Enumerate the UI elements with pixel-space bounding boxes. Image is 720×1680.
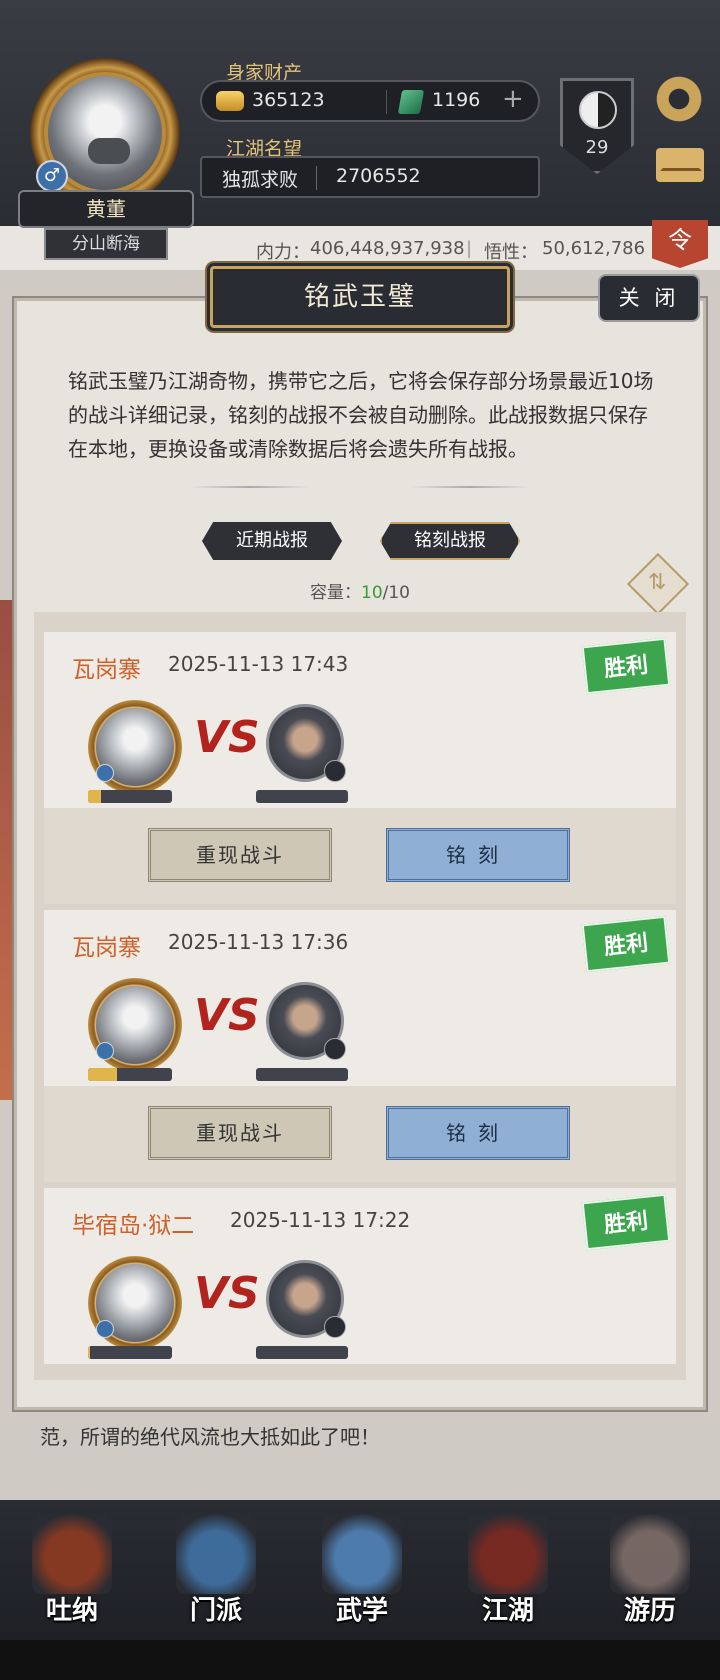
player-hp-fill bbox=[88, 790, 101, 803]
taiji-icon bbox=[579, 91, 617, 129]
battle-place: 瓦岗寨 bbox=[72, 657, 141, 683]
battle-place: 瓦岗寨 bbox=[72, 935, 141, 961]
jianghu-icon bbox=[468, 1514, 548, 1594]
mail-icon[interactable] bbox=[656, 148, 704, 182]
battle-card: 瓦岗寨 2025-11-13 17:43 胜利 VS 重现战斗 铭刻 bbox=[44, 632, 676, 904]
jade-value: 1196 bbox=[432, 89, 481, 111]
level-value: 29 bbox=[585, 137, 609, 158]
nav-label: 吐纳 bbox=[45, 1596, 98, 1626]
male-icon bbox=[96, 1042, 114, 1060]
vs-label: VS bbox=[194, 1268, 260, 1319]
player-hp-bar bbox=[88, 1068, 172, 1081]
vs-label: VS bbox=[194, 712, 260, 763]
story-text: 范，所谓的绝代风流也大抵如此了吧！ bbox=[40, 1425, 380, 1449]
martial-arts-icon bbox=[322, 1514, 402, 1594]
replay-battle-button[interactable]: 重现战斗 bbox=[148, 828, 332, 882]
order-tab[interactable]: 令 bbox=[652, 220, 708, 268]
system-bar bbox=[0, 1640, 720, 1680]
fame-title: 独孤求败 bbox=[222, 169, 299, 191]
refresh-icon: ⇅ bbox=[648, 570, 667, 595]
top-header: ♂ 身家财产 365123 1196 + 江湖名望 独孤求败 2706552 2… bbox=[0, 0, 720, 215]
player-hp-bar bbox=[88, 790, 172, 803]
neili-value: 406,448,937,938 bbox=[310, 238, 465, 259]
coins-value: 365123 bbox=[252, 89, 325, 111]
battle-place: 毕宿岛·狱二 bbox=[72, 1213, 195, 1239]
nav-label: 江湖 bbox=[481, 1596, 534, 1626]
male-icon bbox=[96, 1320, 114, 1338]
add-jade-button[interactable]: + bbox=[502, 84, 524, 114]
battle-time: 2025-11-13 17:22 bbox=[230, 1208, 411, 1232]
capacity-readout: 容量：10/10 bbox=[310, 583, 410, 603]
nav-item-youli[interactable]: 游历 bbox=[600, 1514, 700, 1630]
nav-item-tuna[interactable]: 吐纳 bbox=[22, 1514, 122, 1630]
close-button[interactable]: 关 闭 bbox=[598, 274, 700, 322]
battle-card: 瓦岗寨 2025-11-13 17:36 胜利 VS 重现战斗 铭刻 bbox=[44, 910, 676, 1182]
sect-icon bbox=[176, 1514, 256, 1594]
engrave-button[interactable]: 铭刻 bbox=[386, 1106, 570, 1160]
bottom-nav: 吐纳 门派 武学 江湖 游历 bbox=[0, 1500, 720, 1640]
engrave-button[interactable]: 铭刻 bbox=[386, 828, 570, 882]
nav-label: 游历 bbox=[623, 1596, 676, 1626]
tab-engraved-reports[interactable]: 铭刻战报 bbox=[380, 522, 520, 560]
modal-description: 铭武玉璧乃江湖奇物，携带它之后，它将会保存部分场景最近10场的战斗详细记录，铭刻… bbox=[68, 369, 654, 461]
player-hp-fill bbox=[88, 1068, 118, 1081]
nav-item-jianghu[interactable]: 江湖 bbox=[458, 1514, 558, 1630]
meditation-icon bbox=[32, 1514, 112, 1594]
battle-card: 毕宿岛·狱二 2025-11-13 17:22 胜利 VS bbox=[44, 1188, 676, 1364]
modal-title: 铭武玉璧 bbox=[210, 266, 510, 328]
player-title: 分山断海 bbox=[44, 228, 168, 260]
nav-label: 门派 bbox=[189, 1596, 242, 1626]
fame-value: 2706552 bbox=[336, 165, 421, 187]
victory-stamp: 胜利 bbox=[581, 637, 671, 695]
enemy-hp-bar bbox=[256, 1068, 348, 1081]
neili-label: 内力： bbox=[256, 242, 310, 263]
enemy-hp-bar bbox=[256, 790, 348, 803]
player-name: 黄董 bbox=[18, 190, 194, 228]
wuxing-label: 悟性： bbox=[484, 242, 538, 263]
nav-label: 武学 bbox=[335, 1596, 388, 1626]
rank-badge-icon bbox=[324, 1316, 346, 1338]
travel-icon bbox=[610, 1514, 690, 1594]
jade-icon bbox=[397, 90, 425, 114]
victory-stamp: 胜利 bbox=[581, 915, 671, 973]
male-icon bbox=[96, 764, 114, 782]
rank-badge-icon bbox=[324, 760, 346, 782]
nav-item-menpai[interactable]: 门派 bbox=[166, 1514, 266, 1630]
victory-stamp: 胜利 bbox=[581, 1193, 671, 1251]
gold-ingot-icon bbox=[216, 91, 244, 111]
gear-icon[interactable] bbox=[654, 74, 704, 124]
player-hp-bar bbox=[88, 1346, 172, 1359]
resource-bar: 365123 1196 + bbox=[200, 80, 540, 122]
player-hp-fill bbox=[88, 1346, 90, 1359]
male-icon: ♂ bbox=[36, 160, 68, 192]
wuxing-value: 50,612,786 bbox=[542, 238, 646, 259]
fame-bar: 独孤求败 2706552 bbox=[200, 156, 540, 198]
rank-badge-icon bbox=[324, 1038, 346, 1060]
tab-recent-reports[interactable]: 近期战报 bbox=[202, 522, 342, 560]
vs-label: VS bbox=[194, 990, 260, 1041]
taiji-level-badge[interactable]: 29 bbox=[560, 78, 634, 174]
battle-time: 2025-11-13 17:43 bbox=[168, 652, 349, 676]
enemy-hp-bar bbox=[256, 1346, 348, 1359]
battle-time: 2025-11-13 17:36 bbox=[168, 930, 349, 954]
nav-item-wuxue[interactable]: 武学 bbox=[312, 1514, 412, 1630]
replay-battle-button[interactable]: 重现战斗 bbox=[148, 1106, 332, 1160]
battle-report-list[interactable]: 瓦岗寨 2025-11-13 17:43 胜利 VS 重现战斗 铭刻 瓦岗寨 2… bbox=[34, 612, 686, 1380]
